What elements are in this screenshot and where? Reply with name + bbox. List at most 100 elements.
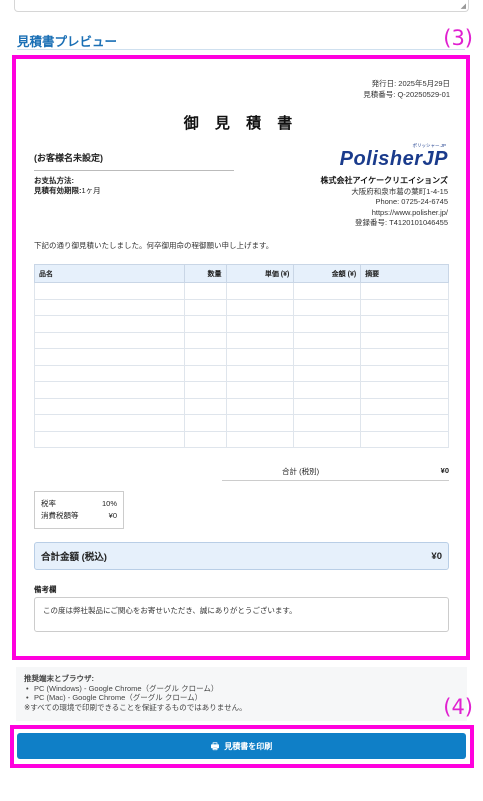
quote-number: 見積番号: Q-20250529-01: [363, 90, 450, 99]
tax-rate-label: 税率: [41, 499, 56, 508]
table-row: [34, 381, 449, 399]
list-item: PC (Mac) - Google Chrome（グーグル クローム）: [24, 693, 459, 703]
table-cell: [34, 414, 185, 432]
table-row: [34, 414, 449, 432]
table-cell: [293, 331, 362, 349]
table-cell: [34, 282, 185, 300]
table-row: [34, 331, 449, 349]
tax-rate-value: 10%: [101, 499, 117, 508]
table-cell: [360, 397, 449, 415]
company-address: 大阪府和泉市葛の葉町1-4-15: [351, 186, 448, 196]
table-cell: [225, 282, 295, 300]
resize-grip-icon[interactable]: ◢: [461, 3, 466, 10]
table-row: [34, 298, 449, 316]
col-header-amount: 金額 (¥): [293, 264, 362, 283]
table-row: [34, 282, 449, 300]
table-cell: [225, 430, 295, 448]
subtotal-row: 合計 (税別) ¥0: [222, 466, 449, 481]
table-cell: [225, 348, 295, 366]
table-cell: [183, 282, 227, 300]
subtotal-label: 合計 (税別): [282, 467, 320, 476]
table-cell: [183, 298, 227, 316]
table-row: [34, 397, 449, 415]
tax-summary-box: 税率 10% 消費税額等 ¥0: [34, 491, 124, 529]
table-cell: [293, 298, 362, 316]
table-cell: [293, 348, 362, 366]
logo-wordmark: PolisherJP: [339, 148, 448, 170]
table-cell: [360, 315, 449, 333]
payment-label: お支払方法:: [34, 176, 74, 185]
col-header-unit-price: 単価 (¥): [225, 264, 295, 283]
issue-date: 発行日: 2025年5月29日: [371, 79, 450, 88]
quote-document: 発行日: 2025年5月29日 見積番号: Q-20250529-01 御 見 …: [22, 64, 460, 650]
grand-total-value: ¥0: [431, 550, 442, 562]
table-row: [34, 348, 449, 366]
table-cell: [183, 430, 227, 448]
col-header-qty: 数量: [183, 264, 227, 283]
quote-meta: 発行日: 2025年5月29日 見積番号: Q-20250529-01: [363, 78, 450, 100]
table-cell: [360, 348, 449, 366]
annotation-marker-preview: (3): [443, 26, 473, 50]
remarks-label: 備考欄: [34, 585, 57, 594]
notes-disclaimer: ※すべての環境で印刷できることを保証するものではありません。: [24, 702, 247, 712]
table-cell: [225, 414, 295, 432]
previous-textarea[interactable]: ◢: [14, 0, 469, 12]
table-cell: [360, 381, 449, 399]
validity-label: 見積有効期限:: [34, 186, 82, 195]
table-cell: [293, 430, 362, 448]
table-cell: [34, 348, 185, 366]
table-cell: [293, 364, 362, 382]
grand-total-bar: 合計金額 (税込) ¥0: [34, 542, 449, 570]
table-cell: [225, 397, 295, 415]
annotation-marker-print: (4): [443, 695, 473, 719]
table-cell: [293, 381, 362, 399]
table-cell: [293, 315, 362, 333]
table-cell: [183, 348, 227, 366]
table-cell: [225, 364, 295, 382]
tax-amount-label: 消費税額等: [41, 511, 79, 520]
customer-name: (お客様名未設定): [34, 151, 234, 171]
section-title: 見積書プレビュー: [17, 35, 118, 49]
table-cell: [225, 315, 295, 333]
registration-number: 登録番号: T4120101046455: [355, 218, 448, 227]
print-button-label: 見積書を印刷: [224, 741, 273, 751]
company-logo: ポリッシャー.JP PolisherJP: [308, 143, 448, 170]
table-cell: [293, 397, 362, 415]
print-quote-button[interactable]: 🖶 見積書を印刷: [17, 733, 466, 759]
tax-amount-value: ¥0: [108, 511, 117, 520]
document-title: 御 見 積 書: [183, 115, 299, 132]
table-cell: [34, 381, 185, 399]
remarks-box: この度は弊社製品にご関心をお寄せいただき、誠にありがとうございます。: [34, 597, 449, 632]
table-cell: [34, 315, 185, 333]
table-cell: [34, 298, 185, 316]
table-cell: [225, 381, 295, 399]
table-cell: [293, 282, 362, 300]
table-cell: [360, 414, 449, 432]
subtotal-value: ¥0: [440, 466, 449, 475]
table-cell: [360, 282, 449, 300]
validity-value: 1ヶ月: [81, 186, 101, 195]
company-name: 株式会社アイケークリエイションズ: [320, 176, 448, 185]
table-cell: [183, 364, 227, 382]
table-cell: [34, 364, 185, 382]
table-cell: [34, 397, 185, 415]
table-cell: [360, 364, 449, 382]
table-cell: [183, 315, 227, 333]
col-header-item: 品名: [34, 264, 185, 283]
table-cell: [225, 298, 295, 316]
table-cell: [183, 414, 227, 432]
company-website: https://www.polisher.jp/: [371, 207, 448, 217]
table-header-row: 品名 数量 単価 (¥) 金額 (¥) 摘要: [34, 264, 449, 283]
items-table: 品名 数量 単価 (¥) 金額 (¥) 摘要: [34, 264, 449, 448]
table-row: [34, 315, 449, 333]
notes-heading: 推奨端末とブラウザ:: [24, 674, 94, 683]
browser-notes: 推奨端末とブラウザ: PC (Windows) - Google Chrome（…: [16, 667, 467, 721]
table-cell: [360, 298, 449, 316]
section-divider: [17, 49, 465, 50]
list-item: PC (Windows) - Google Chrome（グーグル クローム）: [24, 684, 459, 694]
table-cell: [293, 414, 362, 432]
table-cell: [360, 331, 449, 349]
table-cell: [183, 381, 227, 399]
table-cell: [183, 331, 227, 349]
table-cell: [360, 430, 449, 448]
